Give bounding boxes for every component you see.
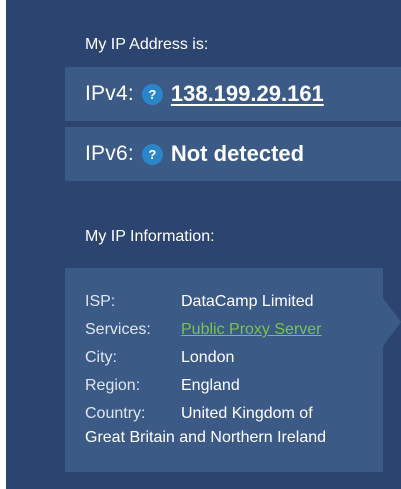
region-value: England (181, 377, 240, 394)
question-mark-icon[interactable]: ? (141, 83, 163, 105)
ip-information-heading: My IP Information: (85, 228, 215, 245)
info-key: Country: (85, 405, 146, 422)
ipv6-address-value: Not detected (170, 141, 305, 166)
ipv4-row: IPv4: ? 138.199.29.161 (65, 67, 401, 121)
ipv4-address-link[interactable]: 138.199.29.161 (171, 81, 324, 107)
info-row-city: City: London (85, 344, 383, 372)
ipv4-label: IPv4: (85, 82, 134, 105)
country-value: United Kingdom of (181, 405, 313, 422)
info-row-isp: ISP: DataCamp Limited (85, 288, 383, 316)
country-value-continued: Great Britain and Northern Ireland (85, 429, 327, 446)
ip-address-heading: My IP Address is: (85, 36, 209, 53)
info-row-country: Country: United Kingdom of Great Britain … (85, 402, 383, 450)
info-key: City: (85, 349, 117, 366)
info-row-region: Region: England (85, 372, 383, 400)
ipv6-row: IPv6: ? Not detected (65, 127, 401, 181)
info-row-services: Services: Public Proxy Server (85, 316, 383, 344)
ip-information-box: ISP: DataCamp Limited Services: Public P… (65, 268, 383, 472)
services-link[interactable]: Public Proxy Server (181, 316, 322, 344)
ip-info-panel: My IP Address is: IPv4: ? 138.199.29.161… (6, 0, 401, 489)
city-value: London (181, 349, 235, 366)
info-box-pointer (383, 298, 401, 346)
info-key: ISP: (85, 293, 116, 310)
ipv6-label: IPv6: (85, 142, 134, 165)
info-key: Region: (85, 377, 141, 394)
question-mark-icon[interactable]: ? (141, 143, 163, 165)
info-key: Services: (85, 321, 151, 338)
isp-value: DataCamp Limited (181, 293, 314, 310)
